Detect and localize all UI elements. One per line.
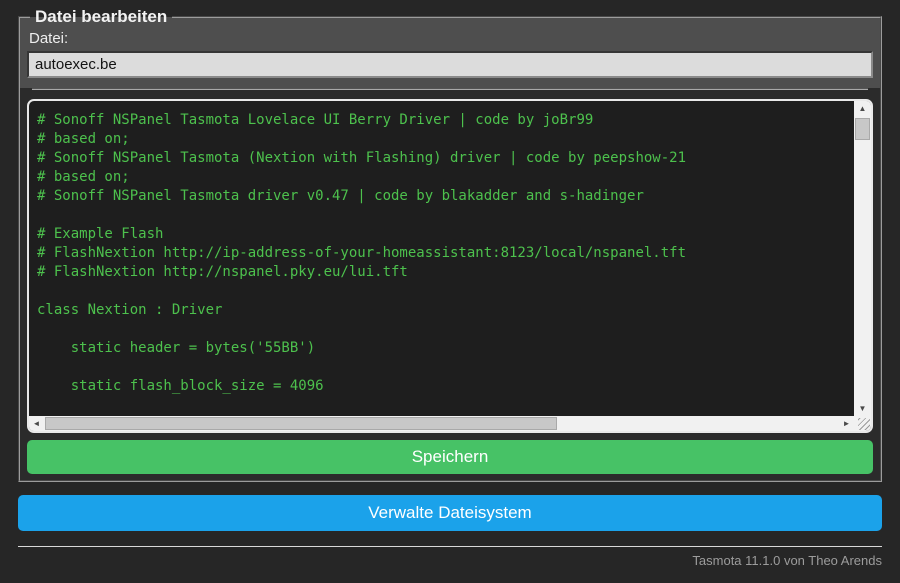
code-editor[interactable]: # Sonoff NSPanel Tasmota Lovelace UI Ber…	[27, 99, 873, 433]
resize-grip-icon[interactable]	[858, 418, 870, 430]
vertical-scroll-thumb[interactable]	[855, 118, 870, 140]
save-button[interactable]: Speichern	[27, 440, 873, 474]
filename-input[interactable]	[27, 51, 873, 78]
code-editor-content: # Sonoff NSPanel Tasmota Lovelace UI Ber…	[37, 112, 687, 394]
vertical-scrollbar[interactable]: ▲ ▼	[854, 101, 871, 416]
scroll-down-icon[interactable]: ▼	[854, 401, 871, 416]
footer: Tasmota 11.1.0 von Theo Arends	[18, 546, 882, 570]
tasmota-edit-file-page: { "editor_panel": { "legend": "Datei bea…	[0, 0, 900, 583]
scroll-up-icon[interactable]: ▲	[854, 101, 871, 116]
horizontal-scrollbar[interactable]: ◄ ►	[29, 416, 854, 431]
scroll-left-icon[interactable]: ◄	[29, 416, 44, 431]
scroll-right-icon[interactable]: ►	[839, 416, 854, 431]
scrollbar-corner	[854, 416, 871, 431]
manage-filesystem-button[interactable]: Verwalte Dateisystem	[18, 495, 882, 531]
horizontal-scroll-thumb[interactable]	[45, 417, 557, 430]
panel-legend: Datei bearbeiten	[30, 6, 173, 27]
filename-section: Datei:	[27, 18, 873, 88]
footer-divider	[18, 546, 882, 547]
edit-file-panel: Datei bearbeiten Datei: # Sonoff NSPanel…	[18, 6, 882, 482]
footer-credit: Tasmota 11.1.0 von Theo Arends	[692, 553, 882, 568]
editor-section: # Sonoff NSPanel Tasmota Lovelace UI Ber…	[27, 90, 873, 474]
file-label: Datei:	[29, 30, 69, 47]
